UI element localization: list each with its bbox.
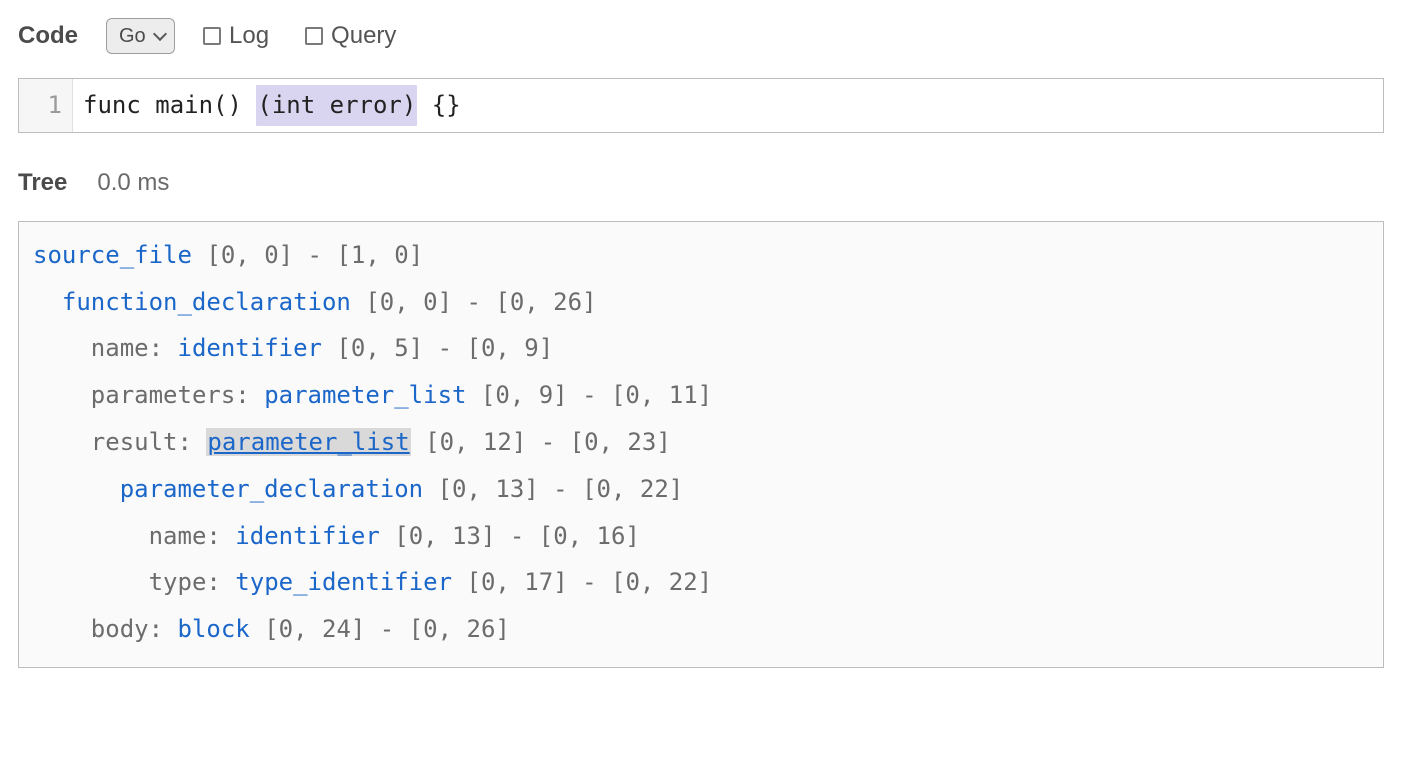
tree-node[interactable]: result: parameter_list [0, 12] - [0, 23] xyxy=(33,419,1369,466)
tree-output[interactable]: source_file [0, 0] - [1, 0]function_decl… xyxy=(18,221,1384,668)
checkbox-box-icon xyxy=(305,27,323,45)
code-editor[interactable]: 1 func main() (int error) {} xyxy=(18,78,1384,133)
tree-node-type[interactable]: block xyxy=(178,615,250,643)
tree-field-name: type: xyxy=(149,568,236,596)
tree-node[interactable]: function_declaration [0, 0] - [0, 26] xyxy=(33,279,1369,326)
tree-node-type[interactable]: identifier xyxy=(235,522,380,550)
code-text-pre: func main() xyxy=(83,85,256,126)
code-highlight: (int error) xyxy=(256,85,417,126)
log-checkbox-label: Log xyxy=(229,22,269,50)
language-select-wrap: Go xyxy=(106,18,175,54)
language-select[interactable]: Go xyxy=(106,18,175,54)
tree-node-type[interactable]: source_file xyxy=(33,241,192,269)
tree-field-name: body: xyxy=(91,615,178,643)
tree-node-type[interactable]: type_identifier xyxy=(235,568,452,596)
toolbar: Code Go Log Query xyxy=(18,18,1384,54)
tree-field-name: name: xyxy=(149,522,236,550)
tree-node[interactable]: body: block [0, 24] - [0, 26] xyxy=(33,606,1369,653)
tree-timing: 0.0 ms xyxy=(97,169,169,197)
tree-header: Tree 0.0 ms xyxy=(18,169,1384,197)
tree-node-position: [0, 0] - [0, 26] xyxy=(351,288,597,316)
tree-node-position: [0, 12] - [0, 23] xyxy=(411,428,671,456)
line-number: 1 xyxy=(19,85,62,126)
tree-node[interactable]: source_file [0, 0] - [1, 0] xyxy=(33,232,1369,279)
checkbox-group: Log Query xyxy=(203,22,396,50)
tree-node-position: [0, 9] - [0, 11] xyxy=(466,381,712,409)
tree-node-type[interactable]: parameter_declaration xyxy=(120,475,423,503)
tree-node-position: [0, 5] - [0, 9] xyxy=(322,334,553,362)
code-text-post: {} xyxy=(417,85,460,126)
editor-gutter: 1 xyxy=(19,79,73,132)
code-line[interactable]: func main() (int error) {} xyxy=(73,79,471,132)
tree-field-name: name: xyxy=(91,334,178,362)
query-checkbox-label: Query xyxy=(331,22,396,50)
tree-node-type[interactable]: parameter_list xyxy=(206,428,410,456)
tree-node-position: [0, 24] - [0, 26] xyxy=(250,615,510,643)
log-checkbox[interactable]: Log xyxy=(203,22,269,50)
tree-node-position: [0, 0] - [1, 0] xyxy=(192,241,423,269)
tree-node[interactable]: parameters: parameter_list [0, 9] - [0, … xyxy=(33,372,1369,419)
checkbox-box-icon xyxy=(203,27,221,45)
tree-field-name: result: xyxy=(91,428,207,456)
tree-node-position: [0, 13] - [0, 16] xyxy=(380,522,640,550)
tree-node-type[interactable]: function_declaration xyxy=(62,288,351,316)
tree-node-position: [0, 17] - [0, 22] xyxy=(452,568,712,596)
tree-label: Tree xyxy=(18,169,67,197)
tree-field-name: parameters: xyxy=(91,381,264,409)
tree-node-position: [0, 13] - [0, 22] xyxy=(423,475,683,503)
tree-node[interactable]: name: identifier [0, 13] - [0, 16] xyxy=(33,513,1369,560)
tree-node[interactable]: parameter_declaration [0, 13] - [0, 22] xyxy=(33,466,1369,513)
code-label: Code xyxy=(18,22,78,50)
tree-node-type[interactable]: identifier xyxy=(178,334,323,362)
tree-node[interactable]: type: type_identifier [0, 17] - [0, 22] xyxy=(33,559,1369,606)
query-checkbox[interactable]: Query xyxy=(305,22,396,50)
tree-node-type[interactable]: parameter_list xyxy=(264,381,466,409)
tree-node[interactable]: name: identifier [0, 5] - [0, 9] xyxy=(33,325,1369,372)
